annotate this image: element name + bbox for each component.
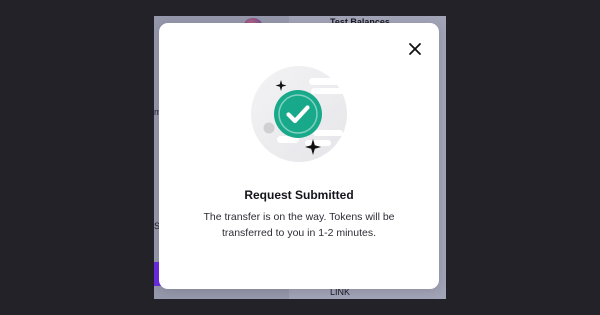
check-circle-icon	[274, 90, 322, 138]
success-illustration	[247, 66, 351, 162]
modal-title: Request Submitted	[244, 188, 354, 202]
modal-description: The transfer is on the way. Tokens will …	[203, 211, 395, 239]
screen: Test Balances m Si LINK Request Submitte…	[0, 0, 600, 315]
close-button[interactable]	[408, 42, 422, 56]
success-modal: Request Submitted The transfer is on the…	[159, 23, 439, 289]
close-icon[interactable]	[408, 42, 422, 56]
